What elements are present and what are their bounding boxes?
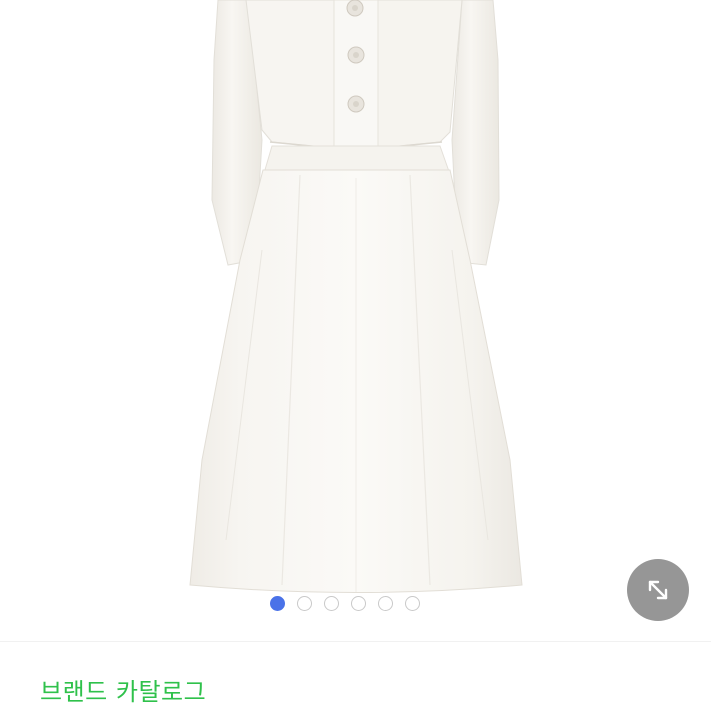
brand-catalog-link[interactable]: 브랜드 카탈로그: [40, 676, 206, 708]
expand-arrows-icon: [648, 580, 668, 600]
product-screen: 브랜드 카탈로그: [0, 0, 711, 711]
slide-indicator: [270, 596, 420, 611]
slide-dot-1[interactable]: [270, 596, 285, 611]
slide-dot-2[interactable]: [297, 596, 312, 611]
product-photo: [189, 0, 523, 593]
expand-image-button[interactable]: [627, 559, 689, 621]
slide-dot-5[interactable]: [378, 596, 393, 611]
slide-dot-3[interactable]: [324, 596, 339, 611]
slide-dot-6[interactable]: [405, 596, 420, 611]
section-divider: [0, 641, 711, 642]
slide-dot-4[interactable]: [351, 596, 366, 611]
product-image-gallery[interactable]: [0, 0, 711, 641]
